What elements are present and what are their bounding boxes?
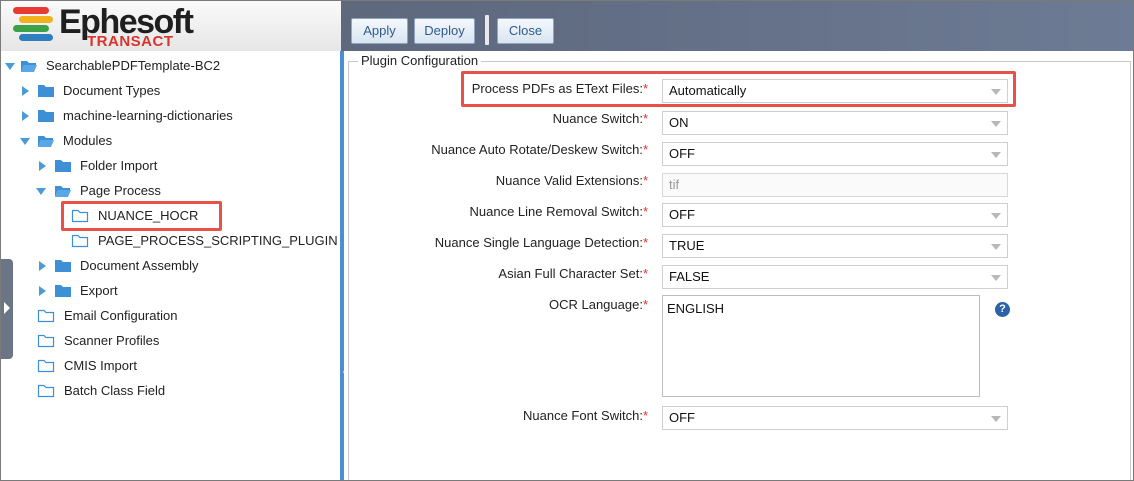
tree-label: Email Configuration bbox=[64, 308, 178, 323]
expand-arrow-icon[interactable] bbox=[22, 111, 29, 121]
tree-label: Document Types bbox=[63, 83, 161, 98]
app-window: Ephesoft TRANSACT Apply Deploy Close Sea… bbox=[0, 0, 1134, 481]
chevron-down-icon bbox=[991, 244, 1001, 250]
tree-label: CMIS Import bbox=[64, 358, 137, 373]
select-value: OFF bbox=[669, 207, 695, 222]
deploy-button[interactable]: Deploy bbox=[414, 18, 475, 44]
label-ocr-language: OCR Language:* bbox=[548, 297, 648, 312]
folder-outline-icon bbox=[37, 384, 55, 398]
tree-item-document-assembly[interactable]: Document Assembly bbox=[1, 255, 331, 277]
select-value: FALSE bbox=[669, 269, 710, 284]
collapse-arrow-icon[interactable] bbox=[20, 138, 30, 145]
tree-label: Page Process bbox=[80, 183, 161, 198]
tree-item-export[interactable]: Export bbox=[1, 280, 331, 302]
folder-icon bbox=[55, 160, 71, 172]
select-value: OFF bbox=[669, 410, 695, 425]
label-nuance-switch: Nuance Switch:* bbox=[552, 111, 648, 126]
tree-label: Scanner Profiles bbox=[64, 333, 160, 348]
tree-label: Document Assembly bbox=[80, 258, 199, 273]
tree-item-cmis-import[interactable]: CMIS Import bbox=[1, 355, 331, 377]
folder-icon bbox=[38, 85, 54, 97]
label-valid-extensions: Nuance Valid Extensions:* bbox=[495, 173, 648, 188]
auto-rotate-select[interactable]: OFF bbox=[662, 142, 1008, 166]
folder-outline-icon bbox=[37, 309, 55, 323]
logo-subtitle: TRANSACT bbox=[87, 33, 174, 50]
close-button[interactable]: Close bbox=[497, 18, 554, 44]
asian-full-char-select[interactable]: FALSE bbox=[662, 265, 1008, 289]
line-removal-select[interactable]: OFF bbox=[662, 203, 1008, 227]
expand-arrow-icon[interactable] bbox=[22, 86, 29, 96]
tree-item-root[interactable]: SearchablePDFTemplate-BC2 bbox=[1, 55, 331, 77]
folder-outline-icon bbox=[71, 234, 89, 248]
batch-class-tree: SearchablePDFTemplate-BC2 Document Types… bbox=[1, 51, 340, 480]
tree-item-document-types[interactable]: Document Types bbox=[1, 80, 331, 102]
folder-open-icon bbox=[55, 186, 71, 197]
folder-open-icon bbox=[21, 61, 37, 72]
nuance-switch-select[interactable]: ON bbox=[662, 111, 1008, 135]
tree-item-email-configuration[interactable]: Email Configuration bbox=[1, 305, 331, 327]
ocr-language-list[interactable]: ENGLISH bbox=[662, 295, 980, 397]
single-language-select[interactable]: TRUE bbox=[662, 234, 1008, 258]
app-header: Ephesoft TRANSACT Apply Deploy Close bbox=[1, 1, 1133, 51]
tree-item-batch-class-field[interactable]: Batch Class Field bbox=[1, 380, 331, 402]
folder-icon bbox=[55, 260, 71, 272]
expand-arrow-icon[interactable] bbox=[39, 286, 46, 296]
chevron-down-icon bbox=[991, 213, 1001, 219]
label-line-removal: Nuance Line Removal Switch:* bbox=[469, 204, 648, 219]
chevron-right-icon bbox=[4, 302, 10, 314]
folder-outline-icon bbox=[37, 359, 55, 373]
field-highlight-box bbox=[461, 71, 1016, 107]
help-icon[interactable]: ? bbox=[995, 302, 1010, 317]
tree-item-ml-dictionaries[interactable]: machine-learning-dictionaries bbox=[1, 105, 331, 127]
folder-icon bbox=[55, 285, 71, 297]
logo: Ephesoft TRANSACT bbox=[1, 1, 341, 51]
label-asian-full-char: Asian Full Character Set:* bbox=[498, 266, 648, 281]
label-font-switch: Nuance Font Switch:* bbox=[522, 408, 648, 423]
tree-item-scanner-profiles[interactable]: Scanner Profiles bbox=[1, 330, 331, 352]
chevron-down-icon bbox=[991, 121, 1001, 127]
chevron-down-icon bbox=[991, 152, 1001, 158]
folder-open-icon bbox=[38, 136, 54, 147]
expand-arrow-icon[interactable] bbox=[39, 261, 46, 271]
tree-label: PAGE_PROCESS_SCRIPTING_PLUGIN bbox=[98, 233, 338, 248]
label-column: Process PDFs as EText Files:* Nuance Swi… bbox=[344, 51, 648, 480]
font-switch-select[interactable]: OFF bbox=[662, 406, 1008, 430]
expand-arrow-icon[interactable] bbox=[39, 161, 46, 171]
label-single-language: Nuance Single Language Detection:* bbox=[434, 235, 648, 250]
toolbar-separator bbox=[485, 15, 489, 45]
tree-label: Export bbox=[80, 283, 118, 298]
expand-sidebar-tab[interactable] bbox=[1, 259, 13, 359]
select-value: TRUE bbox=[669, 238, 705, 253]
chevron-down-icon bbox=[991, 416, 1001, 422]
select-value: ON bbox=[669, 115, 689, 130]
select-value: OFF bbox=[669, 146, 695, 161]
valid-extensions-field: tif bbox=[662, 173, 1008, 197]
tree-item-page-process-scripting[interactable]: PAGE_PROCESS_SCRIPTING_PLUGIN bbox=[1, 230, 340, 252]
tree-label: SearchablePDFTemplate-BC2 bbox=[46, 58, 221, 73]
tree-label: Batch Class Field bbox=[64, 383, 166, 398]
collapse-arrow-icon[interactable] bbox=[5, 63, 15, 70]
tree-item-page-process[interactable]: Page Process bbox=[1, 180, 331, 202]
logo-mark-icon bbox=[13, 7, 55, 43]
tree-label: Modules bbox=[63, 133, 113, 148]
tree-label: machine-learning-dictionaries bbox=[63, 108, 233, 123]
tree-item-modules[interactable]: Modules bbox=[1, 130, 331, 152]
apply-button[interactable]: Apply bbox=[351, 18, 408, 44]
collapse-arrow-icon[interactable] bbox=[36, 188, 46, 195]
label-auto-rotate: Nuance Auto Rotate/Deskew Switch:* bbox=[431, 142, 648, 157]
folder-icon bbox=[38, 110, 54, 122]
chevron-down-icon bbox=[991, 275, 1001, 281]
tree-label: Folder Import bbox=[80, 158, 158, 173]
folder-outline-icon bbox=[37, 334, 55, 348]
tree-item-folder-import[interactable]: Folder Import bbox=[1, 155, 331, 177]
tree-highlight-box bbox=[61, 201, 222, 231]
plugin-config-panel: Plugin Configuration Process PDFs as ETe… bbox=[344, 51, 1133, 480]
